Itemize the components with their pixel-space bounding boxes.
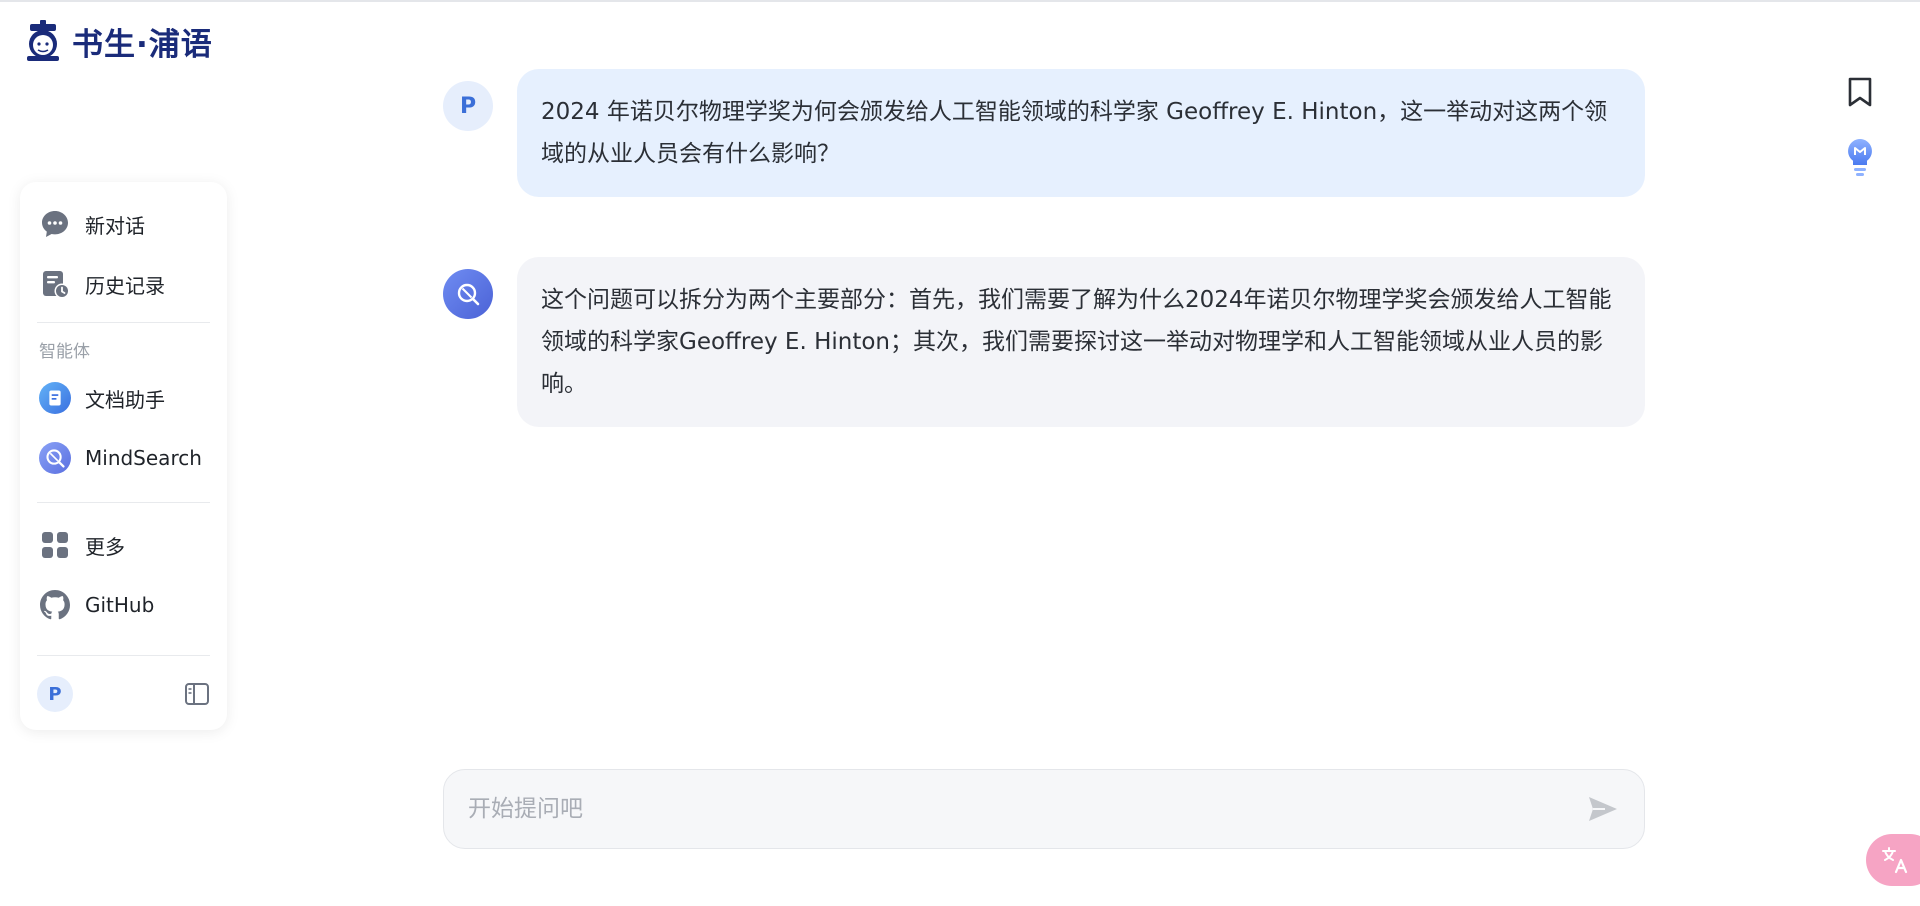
sidebar-item-label: 新对话 xyxy=(85,213,145,238)
sidebar-item-new-chat[interactable]: 新对话 xyxy=(37,194,210,254)
bookmark-button[interactable] xyxy=(1842,74,1878,110)
sidebar-item-more[interactable]: 更多 xyxy=(37,515,210,575)
sidebar-collapse-icon[interactable] xyxy=(184,681,210,707)
github-icon xyxy=(39,589,71,621)
sidebar-footer: P xyxy=(37,676,210,712)
history-icon xyxy=(39,268,71,300)
sidebar: 新对话 历史记录 智能体 文档助手 MindSearch 更多 GitHub P xyxy=(20,182,227,730)
sidebar-item-label: 文档助手 xyxy=(85,387,165,412)
sidebar-item-document-assistant[interactable]: 文档助手 xyxy=(37,368,210,428)
brand-name: 书生·浦语 xyxy=(72,26,213,63)
assistant-message-bubble: 这个问题可以拆分为两个主要部分：首先，我们需要了解为什么2024年诺贝尔物理学奖… xyxy=(517,257,1645,427)
divider xyxy=(37,502,210,503)
bookmark-icon xyxy=(1848,77,1872,107)
sidebar-item-label: 更多 xyxy=(85,534,125,559)
translate-button[interactable] xyxy=(1866,834,1920,886)
sidebar-item-label: GitHub xyxy=(85,593,155,617)
user-avatar: P xyxy=(443,81,493,131)
mindsearch-icon xyxy=(39,442,71,474)
mindsearch-avatar-icon xyxy=(443,269,493,319)
chat-thread: P 2024 年诺贝尔物理学奖为何会颁发给人工智能领域的科学家 Geoffrey… xyxy=(443,69,1645,427)
scholar-mascot-icon xyxy=(27,20,59,61)
user-avatar[interactable]: P xyxy=(37,676,73,712)
chat-bubble-icon xyxy=(39,208,71,240)
tips-button[interactable] xyxy=(1842,139,1878,176)
sidebar-item-github[interactable]: GitHub xyxy=(37,575,210,635)
translate-icon xyxy=(1882,847,1908,874)
section-title-agents: 智能体 xyxy=(39,342,90,362)
brand-logo[interactable]: 书生·浦语 xyxy=(20,18,213,64)
user-message: P 2024 年诺贝尔物理学奖为何会颁发给人工智能领域的科学家 Geoffrey… xyxy=(443,69,1645,197)
document-assistant-icon xyxy=(39,382,71,414)
sidebar-item-mindsearch[interactable]: MindSearch xyxy=(37,428,210,488)
sidebar-item-history[interactable]: 历史记录 xyxy=(37,254,210,314)
sidebar-item-label: MindSearch xyxy=(85,446,202,470)
divider xyxy=(37,655,210,656)
composer xyxy=(443,769,1645,849)
sidebar-item-label: 历史记录 xyxy=(85,273,165,298)
grid-icon xyxy=(39,529,71,561)
assistant-message: 这个问题可以拆分为两个主要部分：首先，我们需要了解为什么2024年诺贝尔物理学奖… xyxy=(443,257,1645,427)
user-message-bubble: 2024 年诺贝尔物理学奖为何会颁发给人工智能领域的科学家 Geoffrey E… xyxy=(517,69,1645,197)
prompt-input[interactable] xyxy=(468,796,1586,822)
lightbulb-icon xyxy=(1848,139,1872,176)
divider xyxy=(37,322,210,323)
send-icon[interactable] xyxy=(1586,792,1620,826)
